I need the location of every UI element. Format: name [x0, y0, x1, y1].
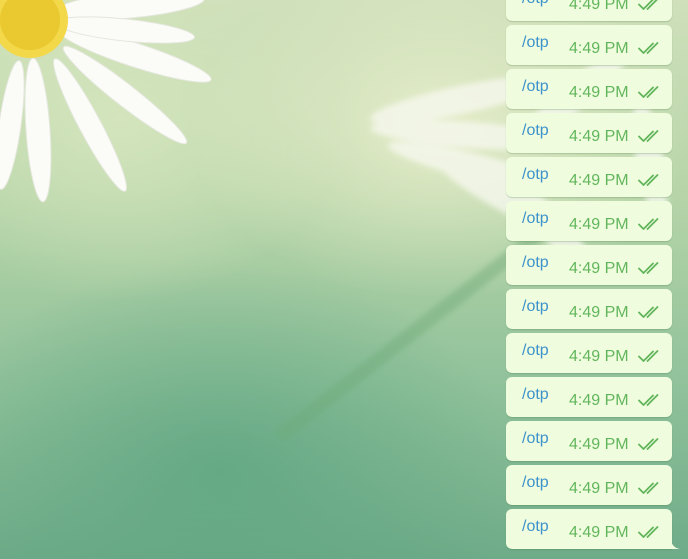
message-bubble[interactable]: /otp 4:49 PM — [506, 509, 680, 549]
message-bubble[interactable]: /otp 4:49 PM — [506, 289, 672, 329]
bot-command-link[interactable]: /otp — [522, 210, 549, 228]
message-list[interactable]: /otp 4:49 PM /otp 4:49 PM /otp 4:49 PM /… — [506, 0, 680, 553]
bot-command-link[interactable]: /otp — [522, 78, 549, 96]
message-bubble[interactable]: /otp 4:49 PM — [506, 201, 672, 241]
bot-command-link[interactable]: /otp — [522, 254, 549, 272]
bot-command-link[interactable]: /otp — [522, 166, 549, 184]
message-time: 4:49 PM — [569, 216, 629, 233]
message-time: 4:49 PM — [569, 0, 629, 13]
message-time: 4:49 PM — [569, 436, 629, 453]
message-bubble[interactable]: /otp 4:49 PM — [506, 69, 672, 109]
double-check-icon — [638, 394, 659, 406]
message-time: 4:49 PM — [569, 84, 629, 101]
message-bubble[interactable]: /otp 4:49 PM — [506, 333, 672, 373]
message-time: 4:49 PM — [569, 392, 629, 409]
double-check-icon — [638, 350, 659, 362]
message-time: 4:49 PM — [569, 480, 629, 497]
double-check-icon — [638, 0, 658, 10]
bot-command-link[interactable]: /otp — [522, 342, 549, 360]
message-bubble[interactable]: /otp 4:49 PM — [506, 0, 672, 21]
double-check-icon — [638, 482, 659, 494]
message-time: 4:49 PM — [569, 260, 629, 277]
message-time: 4:49 PM — [569, 524, 629, 541]
message-bubble[interactable]: /otp 4:49 PM — [506, 465, 672, 505]
message-time: 4:49 PM — [569, 40, 629, 57]
double-check-icon — [638, 86, 659, 98]
message-time: 4:49 PM — [569, 304, 629, 321]
message-bubble[interactable]: /otp 4:49 PM — [506, 25, 672, 65]
message-bubble[interactable]: /otp 4:49 PM — [506, 377, 672, 417]
double-check-icon — [638, 526, 659, 538]
double-check-icon — [638, 218, 659, 230]
bot-command-link[interactable]: /otp — [522, 474, 549, 492]
message-time: 4:49 PM — [569, 128, 629, 145]
bot-command-link[interactable]: /otp — [522, 298, 549, 316]
message-time: 4:49 PM — [569, 348, 629, 365]
bot-command-link[interactable]: /otp — [522, 122, 549, 140]
message-bubble[interactable]: /otp 4:49 PM — [506, 113, 672, 153]
double-check-icon — [638, 42, 659, 54]
bot-command-link[interactable]: /otp — [522, 430, 549, 448]
double-check-icon — [638, 174, 659, 186]
message-bubble[interactable]: /otp 4:49 PM — [506, 245, 672, 285]
double-check-icon — [638, 262, 659, 274]
bubble-tail — [670, 537, 680, 549]
bot-command-link[interactable]: /otp — [522, 34, 549, 52]
double-check-icon — [638, 306, 659, 318]
double-check-icon — [638, 438, 659, 450]
bot-command-link[interactable]: /otp — [522, 0, 549, 8]
message-bubble[interactable]: /otp 4:49 PM — [506, 421, 672, 461]
message-time: 4:49 PM — [569, 172, 629, 189]
double-check-icon — [638, 130, 659, 142]
message-bubble[interactable]: /otp 4:49 PM — [506, 157, 672, 197]
bot-command-link[interactable]: /otp — [522, 518, 549, 536]
bot-command-link[interactable]: /otp — [522, 386, 549, 404]
background-daisy — [0, 0, 212, 203]
